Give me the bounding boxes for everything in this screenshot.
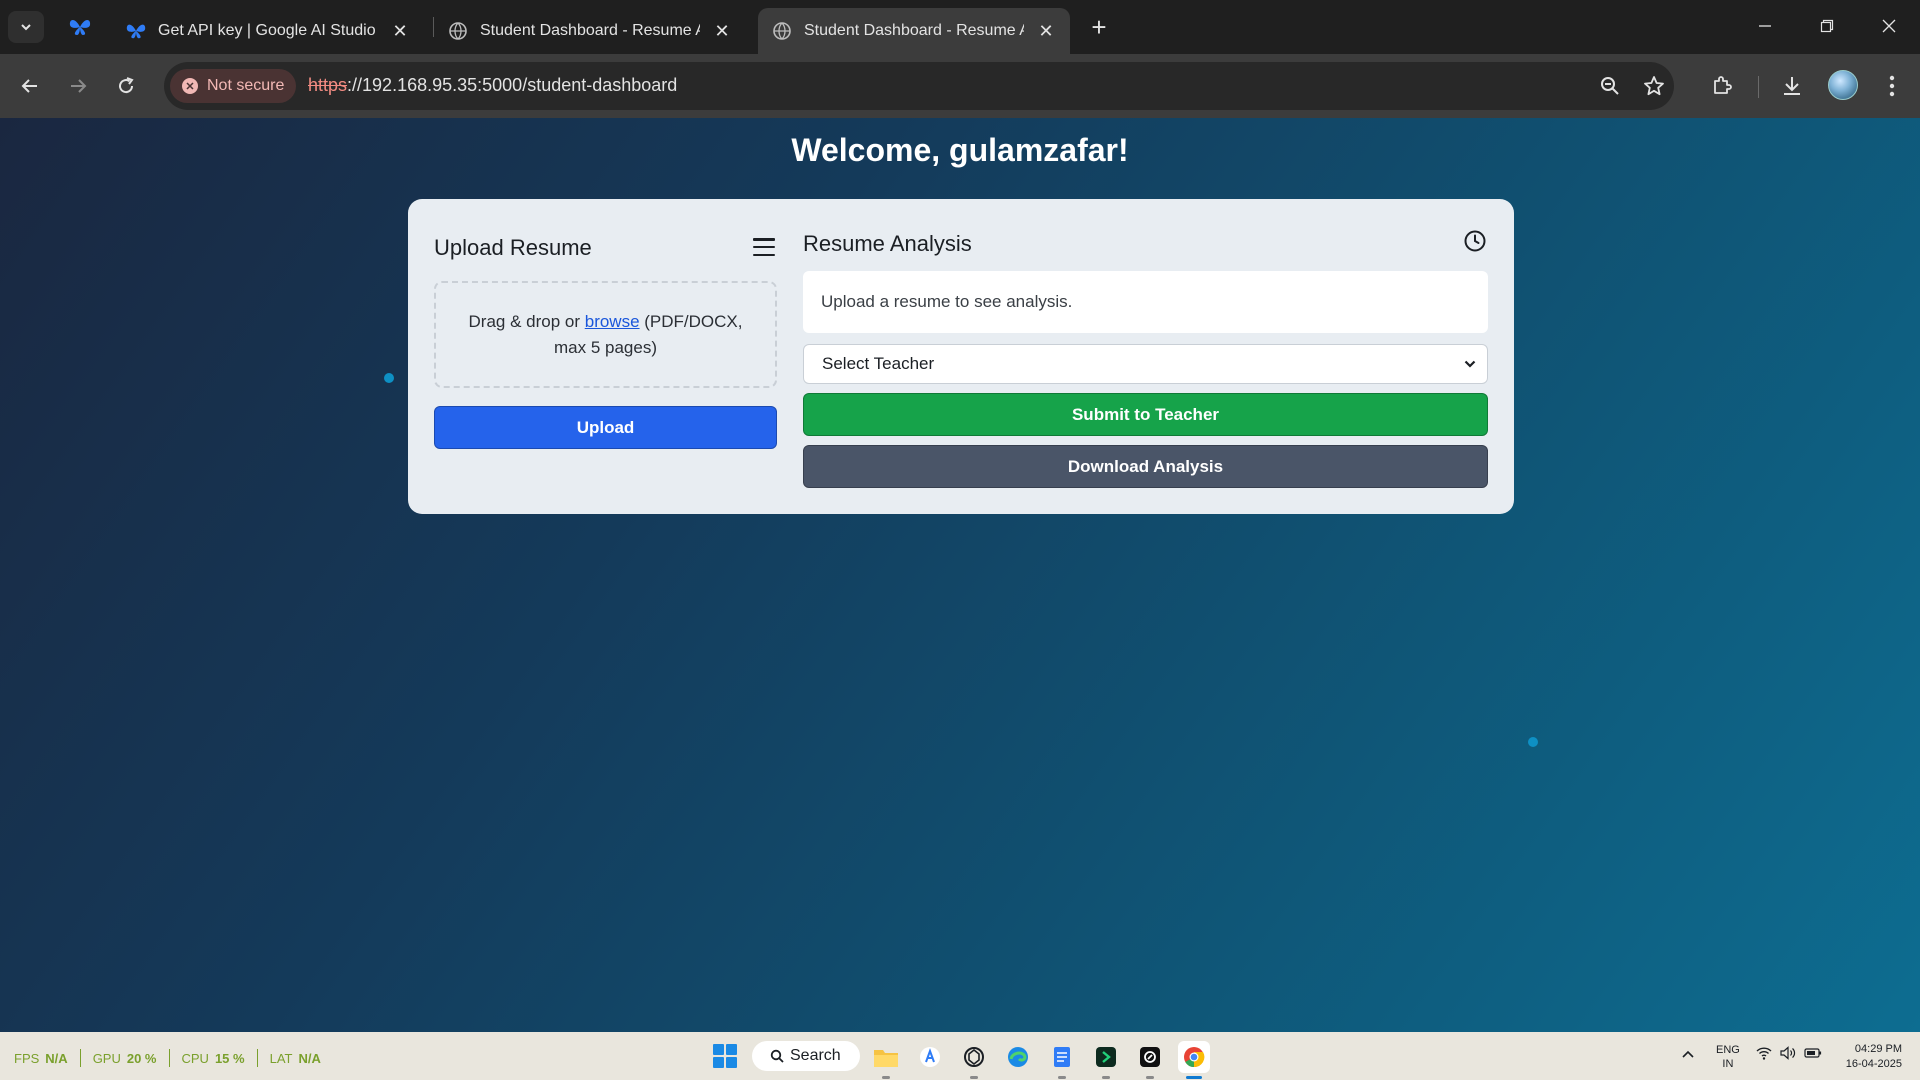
- bookmark-star-icon[interactable]: [1642, 74, 1666, 98]
- browse-link[interactable]: browse: [585, 312, 640, 331]
- minimize-icon[interactable]: [1742, 8, 1788, 44]
- chrome-browser-icon[interactable]: [1178, 1041, 1210, 1079]
- tab-google-ai-studio[interactable]: Get API key | Google AI Studio ✕: [112, 8, 424, 54]
- notepad-icon[interactable]: [1046, 1041, 1078, 1079]
- butterfly-icon: [69, 20, 91, 35]
- dashboard-card: Upload Resume Drag & drop or browse (PDF…: [408, 199, 1514, 514]
- tray-overflow-icon[interactable]: [1682, 1046, 1694, 1062]
- language-indicator[interactable]: ENG IN: [1716, 1043, 1740, 1071]
- tab-student-dashboard-active[interactable]: Student Dashboard - Resume Analyzer ✕: [758, 8, 1070, 54]
- tab-student-dashboard-1[interactable]: Student Dashboard - Resume Analyzer ✕: [434, 8, 746, 54]
- taskbar-search[interactable]: Search: [752, 1041, 860, 1071]
- teacher-select[interactable]: Select Teacher: [803, 344, 1488, 384]
- upload-button[interactable]: Upload: [434, 406, 777, 449]
- extensions-icon[interactable]: [1706, 70, 1738, 102]
- performance-overlay: FPS N/A GPU 20 % CPU 15 % LAT N/A: [14, 1049, 321, 1067]
- chevron-down-icon: [1464, 360, 1476, 368]
- url-text[interactable]: https://192.168.95.35:5000/student-dashb…: [308, 75, 677, 96]
- language-top: ENG: [1716, 1044, 1740, 1056]
- not-secure-icon: ✕: [182, 78, 198, 94]
- system-tray[interactable]: [1756, 1046, 1822, 1060]
- cpu-label: CPU: [181, 1050, 209, 1066]
- background-particle: [384, 373, 394, 383]
- analysis-panel-title: Resume Analysis: [803, 231, 972, 256]
- back-icon[interactable]: [12, 68, 48, 104]
- language-bottom: IN: [1722, 1058, 1734, 1070]
- security-chip[interactable]: ✕ Not secure: [170, 69, 297, 103]
- chevron-down-icon: [21, 24, 31, 31]
- globe-icon: [772, 21, 792, 41]
- lat-value: N/A: [298, 1050, 321, 1066]
- submit-to-teacher-button[interactable]: Submit to Teacher: [803, 393, 1488, 436]
- close-icon[interactable]: ✕: [390, 21, 410, 41]
- analysis-result-box: Upload a resume to see analysis.: [803, 271, 1488, 333]
- globe-icon: [448, 21, 468, 41]
- gpu-label: GPU: [92, 1050, 121, 1066]
- taskbar: FPS N/A GPU 20 % CPU 15 % LAT N/A Search ENG: [0, 1032, 1920, 1080]
- forward-icon[interactable]: [60, 68, 96, 104]
- more-menu-icon[interactable]: [1876, 70, 1908, 102]
- reload-icon[interactable]: [108, 68, 144, 104]
- edge-browser-icon[interactable]: [1002, 1041, 1034, 1073]
- close-icon[interactable]: ✕: [1036, 21, 1056, 41]
- window-close-icon[interactable]: [1866, 8, 1912, 44]
- new-tab-button[interactable]: +: [1084, 12, 1114, 42]
- editor-app-icon[interactable]: [1134, 1041, 1166, 1079]
- close-icon[interactable]: ✕: [712, 21, 732, 41]
- gpu-value: 20 %: [126, 1050, 157, 1066]
- menu-icon[interactable]: [752, 235, 776, 259]
- tab-title: Get API key | Google AI Studio: [158, 22, 376, 39]
- fps-label: FPS: [14, 1050, 40, 1066]
- chatgpt-icon[interactable]: [958, 1041, 990, 1079]
- fps-value: N/A: [45, 1050, 68, 1066]
- download-icon[interactable]: [1776, 70, 1808, 102]
- analysis-placeholder: Upload a resume to see analysis.: [821, 292, 1073, 311]
- download-analysis-button[interactable]: Download Analysis: [803, 445, 1488, 488]
- search-icon: [770, 1049, 784, 1063]
- browser-toolbar: ✕ Not secure https://192.168.95.35:5000/…: [0, 54, 1920, 118]
- zoom-icon[interactable]: [1598, 74, 1622, 98]
- address-bar[interactable]: ✕ Not secure https://192.168.95.35:5000/…: [164, 62, 1674, 110]
- system-clock[interactable]: 04:29 PM 16-04-2025: [1830, 1042, 1902, 1072]
- upload-panel-title: Upload Resume: [434, 235, 592, 260]
- restore-icon[interactable]: [1804, 8, 1850, 44]
- browser-tab-strip: Get API key | Google AI Studio ✕ Student…: [0, 0, 1920, 54]
- security-label: Not secure: [207, 77, 285, 94]
- tab-search-button[interactable]: [8, 11, 44, 43]
- url-rest: ://192.168.95.35:5000/student-dashboard: [347, 75, 678, 95]
- clock-date: 16-04-2025: [1845, 1058, 1902, 1070]
- battery-icon: [1804, 1048, 1822, 1058]
- teacher-select-value: Select Teacher: [822, 354, 935, 373]
- lat-label: LAT: [269, 1050, 293, 1066]
- file-dropzone[interactable]: Drag & drop or browse (PDF/DOCX, max 5 p…: [434, 281, 777, 388]
- dropzone-text-before: Drag & drop or: [468, 311, 585, 331]
- page-title: Welcome, gulamzafar!: [791, 132, 1129, 168]
- butterfly-icon: [126, 21, 146, 41]
- volume-icon: [1780, 1046, 1796, 1060]
- pinned-tab[interactable]: [64, 13, 96, 41]
- tab-title: Student Dashboard - Resume Analyzer: [804, 22, 1024, 39]
- tab-title: Student Dashboard - Resume Analyzer: [480, 22, 700, 39]
- app-store-icon[interactable]: [914, 1041, 946, 1073]
- page-viewport: Welcome, gulamzafar! Upload Resume Drag …: [0, 118, 1920, 1032]
- terminal-app-icon[interactable]: [1090, 1041, 1122, 1079]
- profile-avatar[interactable]: [1828, 70, 1858, 100]
- file-explorer-icon[interactable]: [870, 1041, 902, 1079]
- taskbar-search-label: Search: [790, 1047, 841, 1064]
- cpu-value: 15 %: [214, 1050, 245, 1066]
- windows-start-icon[interactable]: [713, 1044, 737, 1068]
- history-clock-icon[interactable]: [1463, 229, 1487, 253]
- clock-time: 04:29 PM: [1854, 1043, 1902, 1055]
- toolbar-divider: [1758, 76, 1759, 98]
- wifi-icon: [1756, 1047, 1772, 1060]
- background-particle: [1528, 737, 1538, 747]
- dropzone-text: Drag & drop or browse (PDF/DOCX, max 5 p…: [454, 309, 757, 361]
- url-scheme: https: [308, 75, 348, 95]
